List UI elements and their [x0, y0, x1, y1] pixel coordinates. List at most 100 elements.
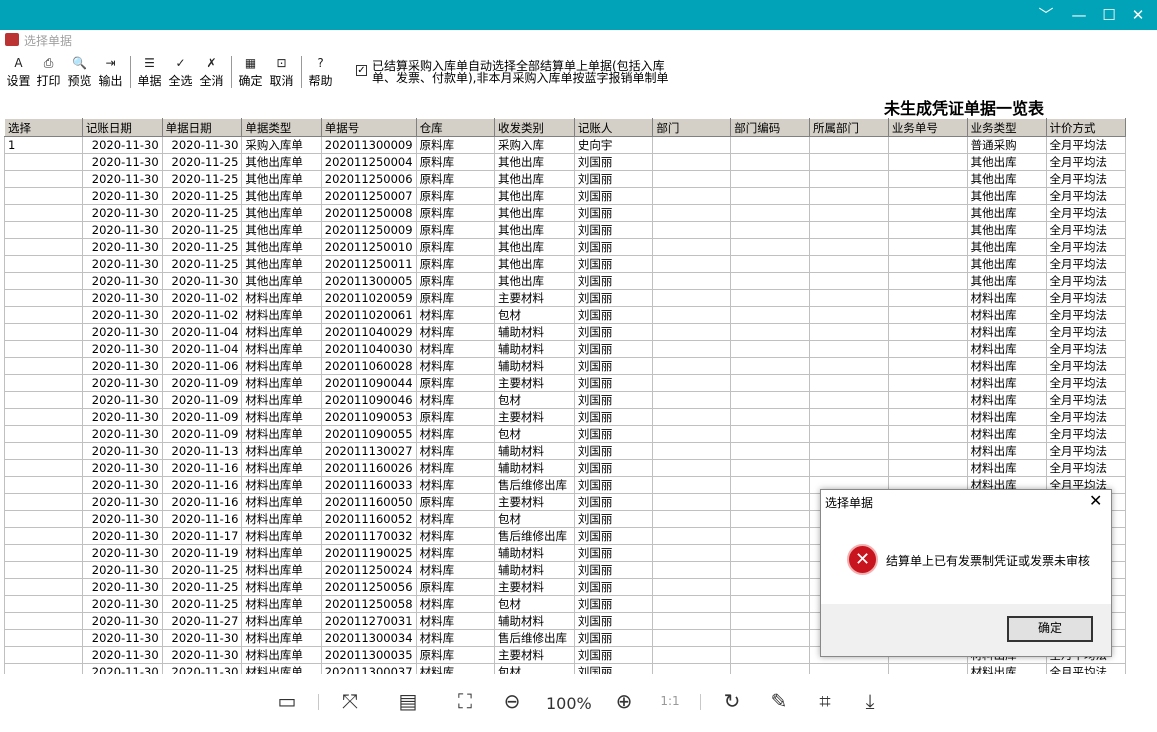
column-header[interactable]: 计价方式 [1045, 118, 1126, 137]
select-cell[interactable] [4, 493, 83, 511]
table-row[interactable]: 1 2020-11-30 2020-11-30 采购入库单 202011300009 原料… [4, 136, 1126, 154]
select-cell[interactable] [4, 204, 83, 222]
checkbox-check-icon[interactable]: ✓ [356, 65, 367, 76]
minimize-button[interactable]: — [1063, 0, 1095, 30]
actual-size-icon[interactable]: 1:1 [655, 686, 685, 716]
help-button[interactable]: ? 帮助 [306, 55, 335, 90]
select-cell[interactable] [4, 170, 83, 188]
column-header[interactable]: 部门 [652, 118, 732, 137]
table-row[interactable]: 2020-11-30 2020-11-25 其他出库单 202011250008 原料库… [4, 204, 1126, 222]
select-cell[interactable] [4, 527, 83, 545]
confirm-button[interactable]: ▦ 确定 [236, 55, 265, 90]
table-row[interactable]: 2020-11-30 2020-11-25 其他出库单 202011250007 原料库… [4, 187, 1126, 205]
ocr-icon[interactable]: ▤ [393, 686, 423, 716]
select-cell[interactable] [4, 272, 83, 290]
table-row[interactable]: 2020-11-30 2020-11-09 材料出库单 202011090044 原料库… [4, 374, 1126, 392]
column-header[interactable]: 记账日期 [81, 118, 163, 137]
document-button[interactable]: ☰ 单据 [135, 55, 164, 90]
table-row[interactable]: 2020-11-30 2020-11-04 材料出库单 202011040030 材料库… [4, 340, 1126, 358]
table-row[interactable]: 2020-11-30 2020-11-16 材料出库单 202011160026 材料库… [4, 459, 1126, 477]
table-row[interactable]: 2020-11-30 2020-11-04 材料出库单 202011040029 材料库… [4, 323, 1126, 341]
table-row[interactable]: 2020-11-30 2020-11-30 其他出库单 202011300005 原料库… [4, 272, 1126, 290]
select-cell[interactable] [4, 646, 83, 664]
table-row[interactable]: 2020-11-30 2020-11-09 材料出库单 202011090055 材料库… [4, 425, 1126, 443]
select-cell[interactable] [4, 578, 83, 596]
table-row[interactable]: 2020-11-30 2020-11-30 材料出库单 202011300037 材料库… [4, 663, 1126, 674]
select-cell[interactable] [4, 425, 83, 443]
crop-icon[interactable]: ⌗ [810, 686, 840, 716]
zoom-out-icon[interactable]: ⊖ [497, 686, 527, 716]
setup-button[interactable]: A 设置 [4, 55, 33, 90]
select-cell[interactable] [4, 374, 83, 392]
column-header[interactable]: 业务类型 [966, 118, 1047, 137]
table-row[interactable]: 2020-11-30 2020-11-09 材料出库单 202011090053 原料库… [4, 408, 1126, 426]
select-cell[interactable] [4, 442, 83, 460]
table-row[interactable]: 2020-11-30 2020-11-25 其他出库单 202011250004 原料库… [4, 153, 1126, 171]
preview-button[interactable]: 🔍 预览 [65, 55, 94, 90]
fit-icon[interactable]: ⤧ [335, 686, 365, 716]
select-cell[interactable] [4, 663, 83, 674]
select-cell[interactable] [4, 629, 83, 647]
print-button[interactable]: ⎙ 打印 [34, 55, 63, 90]
select-cell[interactable] [4, 187, 83, 205]
select-cell[interactable] [4, 357, 83, 375]
column-header[interactable]: 单据类型 [241, 118, 322, 137]
select-cell[interactable] [4, 306, 83, 324]
zoom-in-icon[interactable]: ⊕ [609, 686, 639, 716]
fullscreen-icon[interactable]: ⛶ [450, 686, 480, 716]
select-cell[interactable] [4, 340, 83, 358]
deselect-all-button[interactable]: ✗ 全消 [197, 55, 226, 90]
table-row[interactable]: 2020-11-30 2020-11-06 材料出库单 202011060028 材料库… [4, 357, 1126, 375]
column-header[interactable]: 业务单号 [887, 118, 968, 137]
select-cell[interactable] [4, 153, 83, 171]
select-cell[interactable] [4, 476, 83, 494]
table-cell: 2020-11-25 [161, 561, 243, 579]
rotate-icon[interactable]: ↻ [717, 686, 747, 716]
table-cell: 辅助材料 [494, 459, 575, 477]
select-cell[interactable] [4, 612, 83, 630]
maximize-button[interactable]: ☐ [1093, 0, 1125, 30]
table-cell [652, 544, 732, 562]
select-cell[interactable] [4, 255, 83, 273]
select-cell[interactable] [4, 459, 83, 477]
select-cell[interactable] [4, 408, 83, 426]
select-cell[interactable] [4, 510, 83, 528]
select-cell[interactable] [4, 323, 83, 341]
select-cell[interactable] [4, 544, 83, 562]
column-header[interactable]: 选择 [4, 118, 83, 137]
table-row[interactable]: 2020-11-30 2020-11-25 其他出库单 202011250006 原料库… [4, 170, 1126, 188]
select-cell[interactable] [4, 595, 83, 613]
table-cell [652, 136, 732, 154]
table-row[interactable]: 2020-11-30 2020-11-25 其他出库单 202011250010 原料库… [4, 238, 1126, 256]
table-row[interactable]: 2020-11-30 2020-11-02 材料出库单 202011020059 原料库… [4, 289, 1126, 307]
select-cell[interactable] [4, 391, 83, 409]
select-all-button[interactable]: ✓ 全选 [166, 55, 195, 90]
export-button[interactable]: ⇥ 输出 [96, 55, 125, 90]
table-row[interactable]: 2020-11-30 2020-11-13 材料出库单 202011130027 材料库… [4, 442, 1126, 460]
select-cell[interactable] [4, 561, 83, 579]
download-icon[interactable]: ⤓ [855, 686, 885, 716]
select-cell[interactable] [4, 289, 83, 307]
column-header[interactable]: 记账人 [573, 118, 654, 137]
select-cell[interactable] [4, 221, 83, 239]
edit-icon[interactable]: ✎ [764, 686, 794, 716]
table-row[interactable]: 2020-11-30 2020-11-25 其他出库单 202011250011 原料库… [4, 255, 1126, 273]
column-header[interactable]: 所属部门 [809, 118, 889, 137]
thumbnail-icon[interactable]: ▭ [272, 686, 302, 716]
column-header[interactable]: 部门编码 [730, 118, 811, 137]
close-button[interactable]: ✕ [1122, 0, 1154, 30]
column-header[interactable]: 收发类别 [494, 118, 575, 137]
table-row[interactable]: 2020-11-30 2020-11-25 其他出库单 202011250009 原料库… [4, 221, 1126, 239]
table-row[interactable]: 2020-11-30 2020-11-02 材料出库单 202011020061 材料库… [4, 306, 1126, 324]
column-header[interactable]: 仓库 [415, 118, 496, 137]
dialog-close-button[interactable]: ✕ [1089, 491, 1102, 510]
dialog-ok-button[interactable]: 确定 [1007, 616, 1093, 642]
column-header[interactable]: 单据日期 [161, 118, 243, 137]
table-cell: 其他出库单 [241, 204, 322, 222]
column-header[interactable]: 单据号 [320, 118, 417, 137]
select-cell[interactable]: 1 [4, 136, 83, 154]
minimize-chevron-icon[interactable]: ﹀ [1030, 0, 1062, 30]
table-row[interactable]: 2020-11-30 2020-11-09 材料出库单 202011090046 材料库… [4, 391, 1126, 409]
cancel-button[interactable]: ⊡ 取消 [267, 55, 296, 90]
select-cell[interactable] [4, 238, 83, 256]
